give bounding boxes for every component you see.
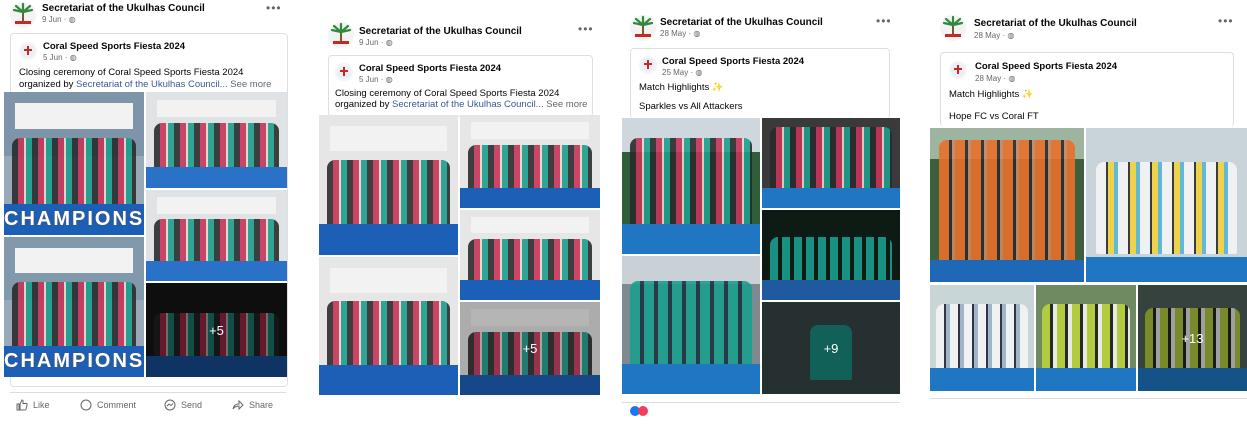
shared-title[interactable]: Coral Speed Sports Fiesta 2024 [662,56,804,67]
author-name[interactable]: Secretariat of the Ukulhas Council [359,26,522,37]
globe-icon: ◍ [385,38,393,47]
more-options-icon[interactable]: ••• [578,22,594,36]
post-date[interactable]: 9 Jun · ◍ [359,38,393,47]
photo-3[interactable] [930,285,1034,391]
shared-logo [639,56,657,74]
post-date[interactable]: 28 May · ◍ [974,31,1014,40]
more-photos-count[interactable]: +9 [762,302,900,394]
shared-logo [335,63,353,81]
post-3: Secretariat of the Ukulhas Council 28 Ma… [622,0,900,429]
more-options-icon[interactable]: ••• [1218,14,1234,28]
photo-2[interactable] [146,92,287,188]
photo-3[interactable] [762,210,900,300]
council-logo[interactable] [10,2,36,28]
champions-caption: CHAMPIONS [4,350,144,372]
love-reaction-icon [638,406,648,416]
council-logo[interactable] [940,15,966,41]
photo-3[interactable] [146,190,287,281]
photo-3[interactable] [460,210,600,300]
shared-logo [949,61,967,79]
share-arrow-icon [232,399,244,411]
post-text: Match Highlights ✨ [949,89,1034,100]
photo-2[interactable] [762,118,900,208]
globe-icon: ◍ [68,15,76,24]
post-text-line2: organized by Secretariat of the Ukulhas … [19,79,272,90]
divider [10,392,286,393]
council-link[interactable]: Secretariat of the Ukulhas Council... [76,79,228,90]
photo-2[interactable] [460,115,600,208]
photo-5[interactable]: +13 [1138,285,1247,391]
shared-post-card[interactable]: Coral Speed Sports Fiesta 2024 5 Jun · ◍… [328,55,593,117]
shared-date: 28 May · ◍ [975,74,1016,83]
thumbs-up-icon [16,399,28,411]
divider [930,398,1247,399]
globe-icon: ◍ [695,68,703,77]
photo-1[interactable] [319,115,458,255]
globe-icon: ◍ [1008,74,1016,83]
photo-5[interactable]: +5 [146,283,287,377]
post-2: Secretariat of the Ukulhas Council 9 Jun… [318,0,600,429]
photo-1[interactable] [930,128,1084,282]
shared-date: 5 Jun · ◍ [43,53,77,62]
see-more-link[interactable]: See more [230,79,271,90]
shared-logo [19,42,37,60]
author-name[interactable]: Secretariat of the Ukulhas Council [974,18,1137,29]
photo-1[interactable]: CHAMPIONS [4,92,144,235]
photo-4[interactable] [1036,285,1136,391]
photo-5[interactable]: +5 [460,302,600,395]
shared-post-card[interactable]: Coral Speed Sports Fiesta 2024 28 May · … [940,52,1234,127]
like-button[interactable]: Like [16,399,50,411]
photo-4[interactable] [622,256,760,394]
comment-button[interactable]: Comment [80,399,136,411]
shared-title[interactable]: Coral Speed Sports Fiesta 2024 [359,63,501,74]
post-date[interactable]: 28 May · ◍ [660,29,700,38]
post-text: Closing ceremony of Coral Speed Sports F… [19,67,244,78]
photo-2[interactable] [1086,128,1247,282]
reaction-icons[interactable] [630,406,648,416]
messenger-icon [164,399,176,411]
champions-caption: CHAMPIONS [4,208,144,230]
more-options-icon[interactable]: ••• [876,14,892,28]
author-name[interactable]: Secretariat of the Ukulhas Council [42,3,205,14]
more-photos-count[interactable]: +5 [460,302,600,395]
photo-1[interactable] [622,118,760,254]
comment-icon [80,399,92,411]
post-text-line2: Sparkles vs All Attackers [639,101,743,112]
photo-4[interactable] [319,257,458,395]
see-more-link[interactable]: See more [546,99,587,110]
more-photos-count[interactable]: +5 [146,283,287,377]
post-text-line2: Hope FC vs Coral FT [949,111,1039,122]
post-date[interactable]: 9 Jun · ◍ [42,15,76,24]
shared-date: 25 May · ◍ [662,68,703,77]
shared-post-card[interactable]: Coral Speed Sports Fiesta 2024 25 May · … [630,48,890,119]
divider [622,402,900,403]
council-logo[interactable] [328,22,354,48]
photo-5[interactable]: +9 [762,302,900,394]
more-photos-count[interactable]: +13 [1138,285,1247,391]
shared-date: 5 Jun · ◍ [359,75,393,84]
globe-icon: ◍ [385,75,393,84]
more-options-icon[interactable]: ••• [266,1,282,15]
council-link[interactable]: Secretariat of the Ukulhas Council... [392,99,544,110]
author-name[interactable]: Secretariat of the Ukulhas Council [660,17,823,28]
photo-4[interactable]: CHAMPIONS [4,237,144,377]
shared-title[interactable]: Coral Speed Sports Fiesta 2024 [975,61,1117,72]
shared-title[interactable]: Coral Speed Sports Fiesta 2024 [43,41,185,52]
post-4: Secretariat of the Ukulhas Council 28 Ma… [930,0,1247,429]
post-text-line2: organized by Secretariat of the Ukulhas … [335,99,588,110]
post-1: Secretariat of the Ukulhas Council 9 Jun… [0,0,300,429]
globe-icon: ◍ [693,29,701,38]
globe-icon: ◍ [1007,31,1015,40]
post-text: Match Highlights ✨ [639,82,724,93]
share-button[interactable]: Share [232,399,273,411]
send-button[interactable]: Send [164,399,202,411]
globe-icon: ◍ [69,53,77,62]
council-logo[interactable] [630,15,656,41]
